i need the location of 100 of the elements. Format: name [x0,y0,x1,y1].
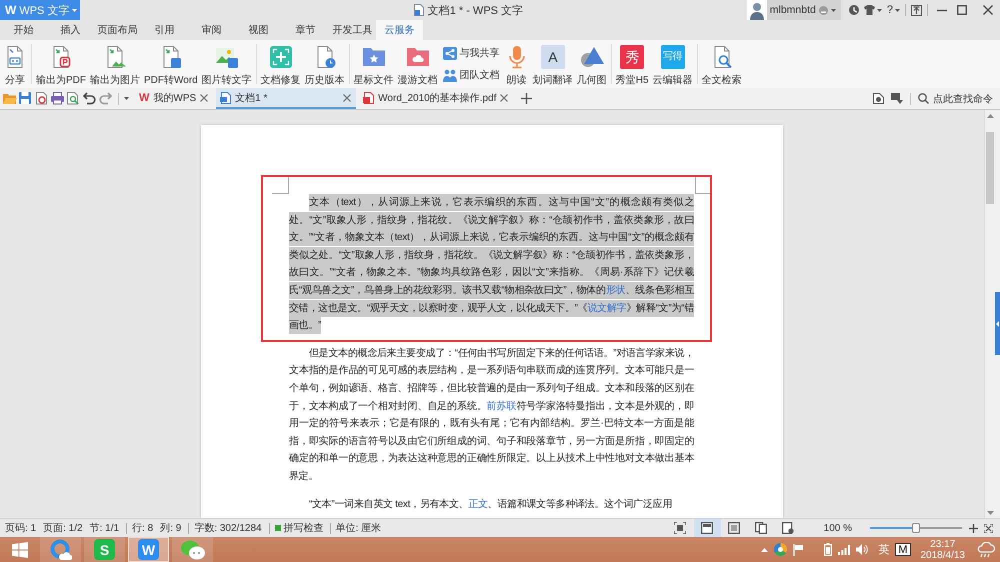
image-to-text-button[interactable]: 图片转文字 [200,40,254,88]
caret-icon [895,8,900,12]
cloud-rain-icon[interactable] [977,542,995,558]
geometry-button[interactable]: 几何图 [574,40,609,88]
print-icon[interactable] [51,92,65,105]
menu-tab[interactable]: 视图 [235,20,282,40]
scrollbar-thumb[interactable] [986,132,994,204]
star-folder-icon [362,45,386,69]
read-aloud-button[interactable]: 朗读 [502,40,531,88]
menu-tab[interactable]: 页面布局 [94,20,141,40]
clock-icon[interactable] [848,5,859,15]
document-tab[interactable]: Word_2010的基本操作.pdf [359,88,514,109]
pages-view-icon [755,522,768,534]
plus-icon[interactable] [521,93,532,104]
shared-with-me-button[interactable]: 与我共享 [442,46,500,60]
shirt-icon [864,5,875,15]
close-icon[interactable] [500,94,508,102]
command-search-button[interactable]: 点此查找命令 [918,92,993,106]
export-image-button[interactable]: 输出为图片 [88,40,142,88]
menu-tab[interactable]: 章节 [282,20,329,40]
list-view-icon [728,522,740,534]
paragraph: 文本（text），从词源上来说，它表示编织的东西。这与中国“文”的概念颇有类似之处。“文”取象人形，指纹身，指花纹。《说文解字叙》称：“仓颉初作书，盖依类象形，故曰文。”“文者，物象文本（text），从词源上来说，它表示编织的东西。这与中国“文”的概念颇有类似之处。“文”取象人形，指纹身，指花纹。《说文解字叙》称：“仓颉初作书，盖依类象形，故曰文。”“文者，物象之本。”物象均具纹路色彩，因以“文”来指称。《周易·系辞下》记伏羲氏“观鸟兽之文”，鸟兽身上的花纹彩羽。该书又载“物相杂故曰文”，物体的形状、线条色彩相互交错，这也是文。“观乎天文，以察时变，观乎人文，以化成天下。”《说文解字》解释“文”为“错画也。” [289,194,694,335]
taskbar-app-button[interactable] [40,537,81,562]
logo: W [139,92,150,104]
close-icon[interactable] [200,94,208,102]
search-icon [918,93,929,104]
document-tab[interactable]: 文档1 * [216,88,356,109]
status-text: 单位: 厘米 [336,522,382,535]
roaming-documents-button[interactable]: 漫游文档 [396,40,440,88]
menu-tab[interactable]: 审阅 [188,20,235,40]
text-link[interactable]: 前苏联 [486,400,516,412]
app-logo: W [138,539,159,560]
volume-icon[interactable] [856,544,868,555]
export-pdf-button[interactable]: 输出为PDF [34,40,88,88]
version-history-button[interactable]: 历史版本 [302,40,347,88]
ring-cloud-icon [50,538,72,560]
skin-button[interactable] [864,5,882,15]
document-repair-button[interactable]: 文档修复 [258,40,303,88]
translate-button[interactable]: A 划词翻译 [530,40,575,88]
image-word-icon [214,45,239,69]
app-logo: S [94,539,115,560]
spell-check-button[interactable]: 拼写检查 [274,521,324,535]
team-documents-button[interactable]: 团队文档 [442,68,500,82]
starred-files-button[interactable]: 星标文件 [352,40,396,88]
frame-view-icon [674,522,686,534]
side-panel-tab[interactable] [995,292,1000,355]
user-avatar [746,0,767,20]
arrow-up-box-icon[interactable] [911,4,922,16]
full-text-search-button[interactable]: 全文检索 [700,40,744,88]
corner-mark-icon [695,177,712,194]
help-button[interactable]: ? [886,4,900,16]
user-menu-button[interactable]: mlbmnbtd [766,0,841,20]
fullscreen-icon[interactable] [984,524,993,532]
menu-tab[interactable]: 引用 [141,20,188,40]
h5-button[interactable]: 秀 秀堂H5 [614,40,651,88]
close-icon[interactable] [983,5,993,15]
input-mode-button[interactable]: M [895,543,910,556]
text-link[interactable]: 正文 [468,498,488,510]
status-text: 字数: 302/1284 [194,522,262,535]
share-button[interactable]: 分享 [1,40,29,88]
menu-tab[interactable]: 开始 [0,20,47,40]
close-icon[interactable] [343,94,352,102]
scroll-up-icon[interactable] [986,114,994,118]
corner-mark-icon [272,177,289,194]
battery-icon[interactable] [824,543,832,556]
maximize-icon[interactable] [957,5,967,15]
color-ring-icon[interactable] [774,543,788,556]
cloud-folder-icon [406,45,430,69]
cloud-editor-button[interactable]: 写得 云编辑器 [650,40,695,88]
paragraph: “文本”一词来自英文 text，另有本文、正文、语篇和课文等多种译法。这个词广泛应用 [308,498,673,512]
caret-up-icon[interactable] [761,548,768,552]
paragraph: 但是文本的概念后来主要变成了：“任何由书写所固定下来的任何话语。”对语言学家来说，文本指的是作品的可见可感的表层结构，是一系列语句串联而成的连贯序列。文本可能只是一个单句，例如谚语、格言、招牌等，但比较普遍的是由一系列句子组成。文本和段落的区别在于，文本构成了一个相对封闭、自足的系统。前苏联符号学家洛特曼指出，文本是外观的，即用一定的符号来表示；它是有限的，既有头有尾；它有内部结构。罗兰·巴特文本一方面是能指，即实际的语言符号以及由它们所组成的词、句子和段落章节，另一方面是所指，即固定的确定的和单一的意思，为表达这种意思的正确性所限定。以上从技术上中性地对文本做出基本界定。 [289,346,694,484]
view-mode-button[interactable] [694,519,721,537]
menu-tab[interactable]: 插入 [47,20,94,40]
start-icon [12,542,28,558]
scroll-down-icon[interactable] [986,511,994,515]
scrollbar[interactable] [984,110,995,518]
menu-tab[interactable]: 开发工具 [329,20,376,40]
circle-icon [818,6,828,14]
slider-thumb[interactable] [912,523,920,533]
window-title: 文档1 * - WPS 文字 [428,4,524,18]
flag-icon[interactable] [793,544,804,556]
tray-down-icon[interactable] [891,93,903,104]
signal-icon[interactable] [838,544,850,554]
page-dot-view-icon [782,522,794,534]
export-pdf-icon[interactable] [35,92,49,105]
chevron-left-icon [996,320,999,326]
plus-frame-icon [268,45,293,69]
document-badge-icon[interactable] [873,93,884,104]
save-icon[interactable] [19,92,33,105]
menu-tab[interactable]: 云服务 [376,20,423,40]
status-text: 节: 1/1 [90,522,120,535]
undo-icon[interactable] [83,92,97,105]
zoom-in-icon[interactable] [969,524,978,532]
logo-tile: 写得 [660,45,685,69]
taskbar-app-button[interactable] [172,537,213,562]
zoom-slider[interactable] [870,523,962,533]
document-tab[interactable]: W 我的WPS [135,88,214,109]
status-text: 行: 8 [132,522,154,535]
pdf-to-word-button[interactable]: PDF转Word [142,40,200,88]
